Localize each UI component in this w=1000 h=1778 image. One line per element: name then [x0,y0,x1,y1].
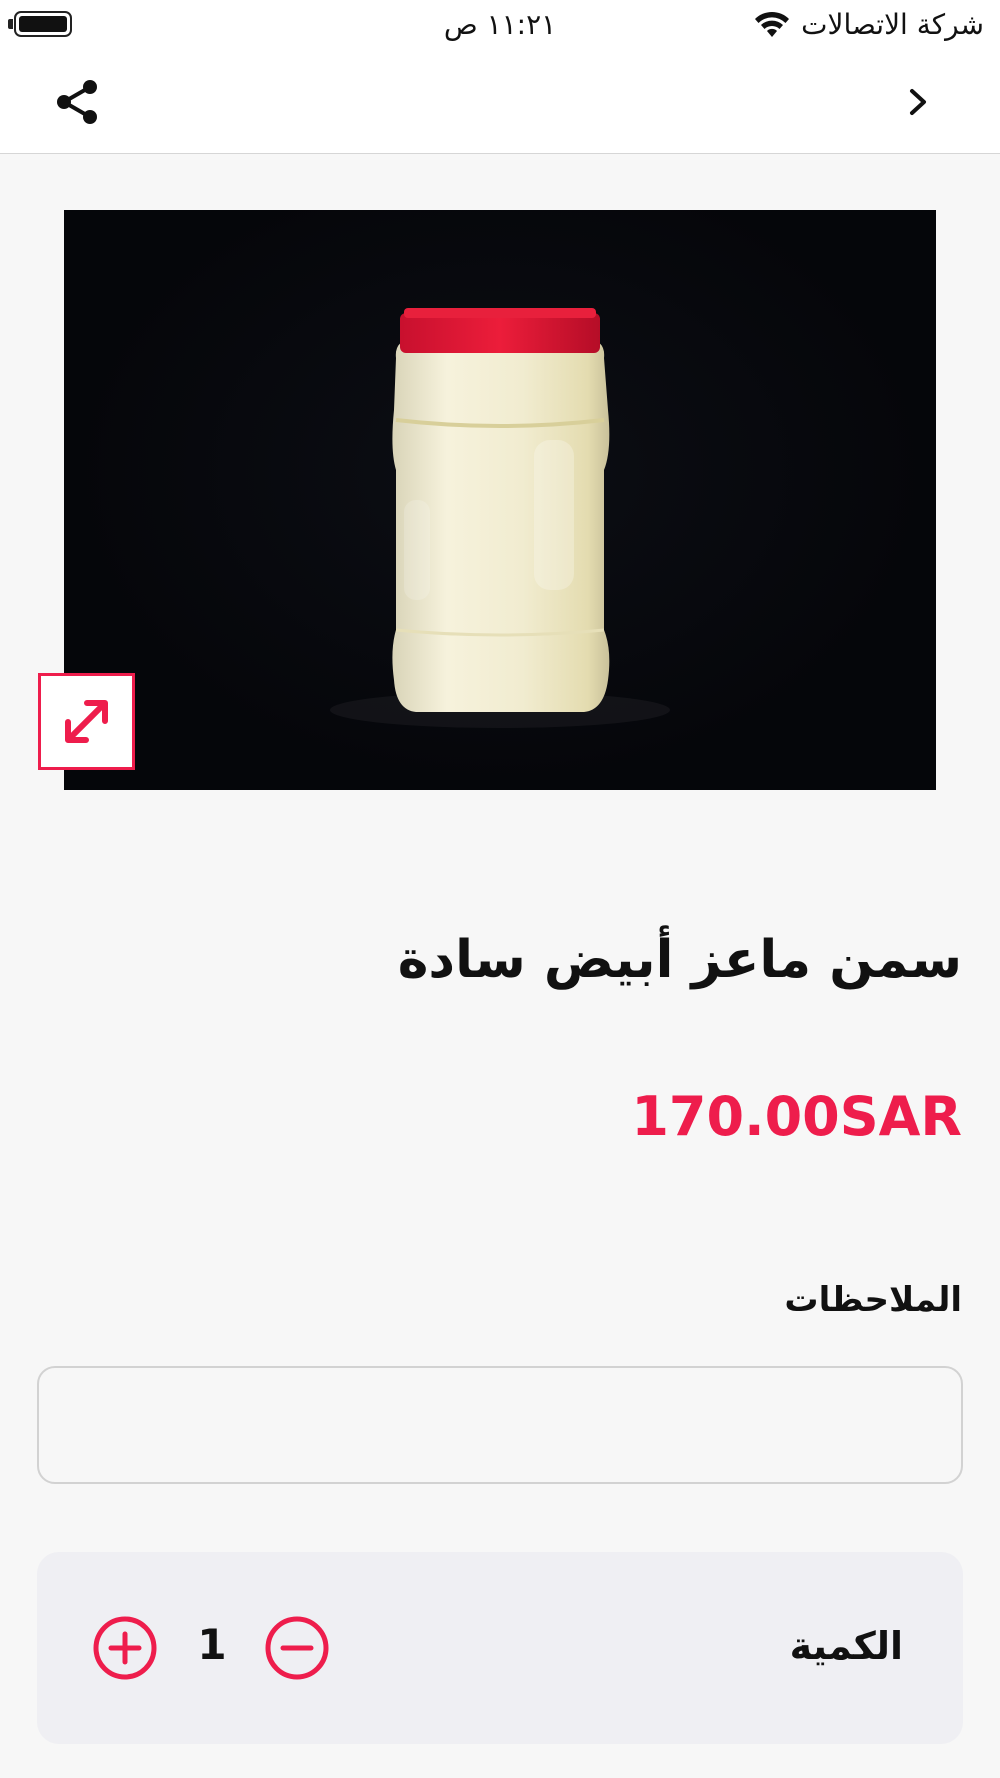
status-bar: ١١:٢١ ص شركة الاتصالات [0,0,1000,52]
share-icon[interactable] [50,74,106,130]
expand-image-button[interactable] [38,673,135,770]
quantity-label: الكمية [789,1624,903,1668]
notes-input[interactable] [37,1366,963,1484]
carrier-name: شركة الاتصالات [801,8,984,41]
product-details-screen: ١١:٢١ ص شركة الاتصالات سمن ماعز أبيض ساد… [0,0,1000,1778]
ghee-jar-illustration [330,308,670,728]
product-title: سمن ماعز أبيض سادة [397,930,962,990]
increase-quantity-button[interactable] [93,1616,157,1680]
quantity-panel: الكمية 1 [37,1552,963,1744]
product-image[interactable] [64,210,936,790]
product-price: 170.00SAR [631,1085,962,1148]
wifi-icon [755,11,790,37]
decrease-quantity-button[interactable] [265,1616,329,1680]
chevron-right-icon[interactable] [898,82,938,122]
notes-label: الملاحظات [784,1280,962,1320]
navigation-bar [0,52,1000,154]
expand-icon [65,700,108,743]
quantity-value: 1 [197,1620,227,1669]
carrier-info: شركة الاتصالات [753,8,984,41]
